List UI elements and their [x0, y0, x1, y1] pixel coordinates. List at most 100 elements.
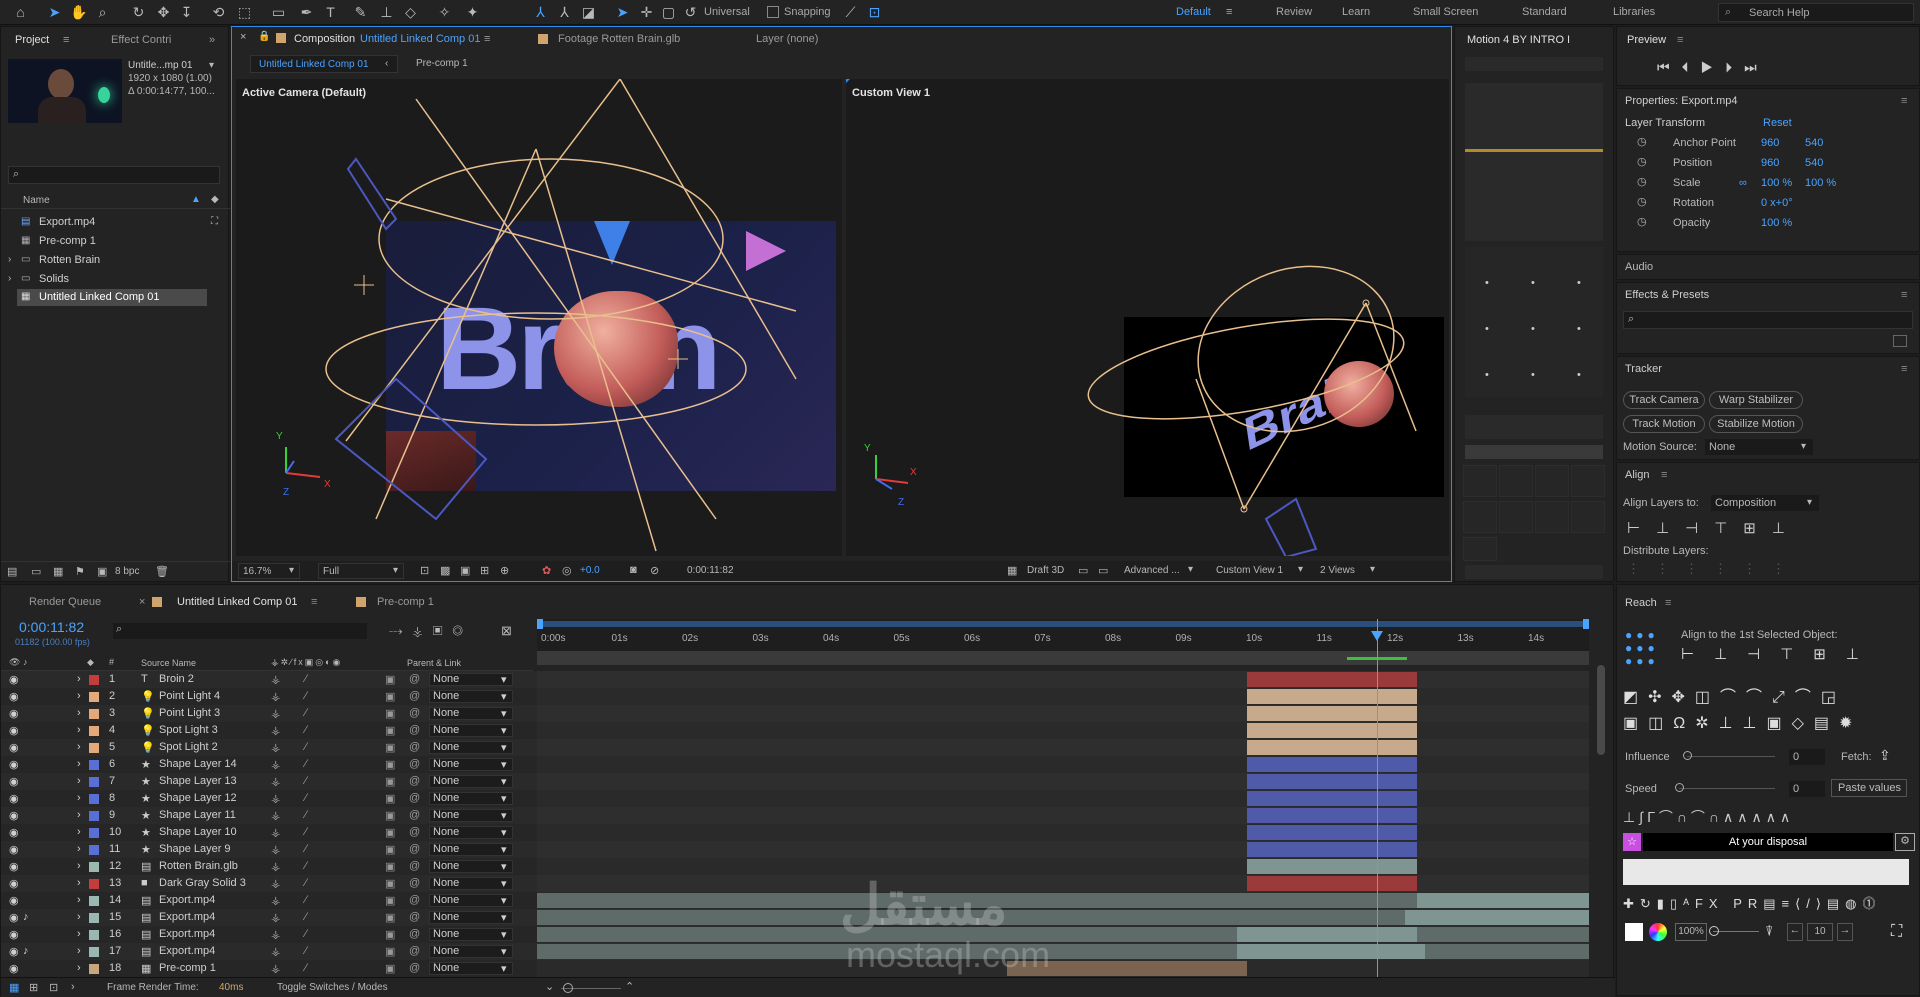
layer-name[interactable]: Shape Layer 13	[159, 775, 237, 787]
visibility-eye-icon[interactable]: ◉	[9, 707, 19, 720]
pick-whip-icon[interactable]: @	[409, 792, 420, 804]
zoom-slider[interactable]	[1713, 931, 1759, 932]
distribute-button[interactable]	[1463, 501, 1497, 533]
comp-close-icon[interactable]: ×	[240, 31, 246, 43]
layer-row[interactable]: ◉ › 9 ★ Shape Layer 11 ⚶ ∕ ▣ @ None ▾	[1, 807, 541, 824]
zoom-dropdown[interactable]: 16.7% ▾	[238, 563, 300, 579]
workspace-libraries[interactable]: Libraries	[1613, 6, 1655, 18]
3d-layer-icon[interactable]: ▣	[385, 707, 395, 720]
new-comp-icon[interactable]: ▦	[53, 565, 63, 578]
3d-layer-icon[interactable]: ▣	[385, 775, 395, 788]
stopwatch-icon[interactable]: ◷	[1637, 175, 1647, 188]
breadcrumb-item[interactable]: Pre-comp 1	[416, 58, 468, 69]
viewer-active-camera[interactable]: Active Camera (Default) Brain	[236, 79, 842, 556]
layer-duration-bar[interactable]	[537, 944, 1589, 959]
views-layout-dropdown[interactable]: 2 Views ▾	[1316, 563, 1382, 579]
reset-link[interactable]: Reset	[1763, 117, 1792, 129]
effects-search-input[interactable]: ⌕	[1623, 311, 1913, 329]
visibility-eye-icon[interactable]: ◉	[9, 758, 19, 771]
expand-arrow-icon[interactable]: ›	[77, 826, 81, 838]
layer-track[interactable]	[537, 858, 1589, 875]
dolly-tool-icon[interactable]: ↧	[178, 4, 195, 21]
layer-track[interactable]	[537, 807, 1589, 824]
fast-previews-icon[interactable]: ⊡	[420, 564, 429, 577]
shy-switch-icon[interactable]: ⚶	[271, 809, 280, 822]
layer-track[interactable]	[537, 705, 1589, 722]
gizmo-scale-icon[interactable]: ▢	[660, 4, 677, 21]
work-area-start[interactable]	[537, 619, 543, 629]
timeline-search-input[interactable]: ⌕	[113, 623, 367, 639]
shy-switch-icon[interactable]: ⚶	[271, 894, 280, 907]
motion4-anchor-grid[interactable]: • • • • • • • • •	[1465, 247, 1603, 397]
anchor-dot[interactable]: •	[1577, 369, 1581, 381]
visibility-eye-icon[interactable]: ◉	[9, 724, 19, 737]
expand-icon[interactable]: ›	[71, 981, 75, 993]
label-color-swatch[interactable]	[89, 964, 99, 974]
layer-name[interactable]: Rotten Brain.glb	[159, 860, 238, 872]
layer-row[interactable]: ◉ › 12 ▤ Rotten Brain.glb ⚶ ∕ ▣ @ None ▾	[1, 858, 541, 875]
layer-track[interactable]	[537, 875, 1589, 892]
label-color-swatch[interactable]	[89, 794, 99, 804]
prop-value[interactable]: 100 %	[1805, 177, 1836, 189]
layer-row[interactable]: ◉ › 7 ★ Shape Layer 13 ⚶ ∕ ▣ @ None ▾	[1, 773, 541, 790]
playhead-marker[interactable]	[1371, 631, 1383, 641]
shy-switch-icon[interactable]: ⚶	[271, 792, 280, 805]
axis-world-icon[interactable]: ⅄	[556, 4, 573, 21]
snap-magnet-icon[interactable]: ⟋	[842, 4, 859, 21]
gizmo-select-icon[interactable]: ➤	[614, 4, 631, 21]
quality-switch-icon[interactable]: ∕	[305, 775, 307, 787]
layer-row[interactable]: ◉ ♪ › 17 ▤ Export.mp4 ⚶ ∕ ▣ @ None ▾	[1, 943, 541, 960]
label-color-swatch[interactable]	[89, 709, 99, 719]
tracker-title[interactable]: Tracker	[1625, 363, 1662, 375]
expand-arrow-icon[interactable]: ›	[77, 877, 81, 889]
fullscreen-icon[interactable]: ⛶	[1891, 923, 1902, 941]
shy-switch-icon[interactable]: ⚶	[271, 741, 280, 754]
work-area-bar[interactable]	[539, 621, 1587, 627]
label-color-swatch[interactable]	[89, 811, 99, 821]
layer-track[interactable]	[537, 841, 1589, 858]
audio-icon[interactable]: ♪	[23, 945, 29, 957]
grid-options-icon[interactable]: ⊕	[500, 564, 509, 577]
column-name[interactable]: Name	[23, 195, 50, 206]
pick-whip-icon[interactable]: @	[409, 928, 420, 940]
visibility-eye-icon[interactable]: ◉	[9, 809, 19, 822]
layer-name[interactable]: Shape Layer 10	[159, 826, 237, 838]
visibility-eye-icon[interactable]: ◉	[9, 928, 19, 941]
pick-whip-icon[interactable]: @	[409, 809, 420, 821]
layer-row[interactable]: ◉ › 13 ■ Dark Gray Solid 3 ⚶ ∕ ▣ @ None ▾	[1, 875, 541, 892]
timeline-timecode[interactable]: 0:00:11:82	[19, 619, 84, 635]
render-toggle-icon[interactable]: ▦	[9, 981, 19, 994]
panel-menu-icon[interactable]: ≡	[1901, 363, 1907, 375]
project-item[interactable]: ▤ Export.mp4 ⛶	[1, 213, 230, 232]
quality-switch-icon[interactable]: ∕	[305, 792, 307, 804]
orbit-tool-icon[interactable]: ↻	[130, 4, 147, 21]
pick-whip-icon[interactable]: @	[409, 673, 420, 685]
rotate-tool-icon[interactable]: ⟲	[210, 4, 227, 21]
align-to-dropdown[interactable]: Composition ▾	[1711, 495, 1819, 511]
tab-untitled-linked-comp[interactable]: Untitled Linked Comp 01	[177, 593, 297, 611]
shy-switch-icon[interactable]: ⚶	[271, 962, 280, 975]
new-folder-icon[interactable]: ▭	[31, 565, 41, 578]
layer-duration-bar[interactable]	[1247, 689, 1417, 704]
quality-switch-icon[interactable]: ∕	[305, 843, 307, 855]
layer-row[interactable]: ◉ › 1 T Broin 2 ⚶ ∕ ▣ @ None ▾	[1, 671, 541, 688]
sort-arrow-icon[interactable]: ▲	[191, 194, 201, 205]
view-dropdown[interactable]: Custom View 1 ▾	[1212, 563, 1310, 579]
comp-menu-icon[interactable]: ≡	[484, 30, 490, 48]
layer-track[interactable]	[537, 671, 1589, 688]
graph-editor-icon[interactable]: ⊠	[501, 623, 512, 639]
brush-tool-icon[interactable]: ✎	[352, 4, 369, 21]
puppet-pin-icon[interactable]: ✦	[464, 4, 481, 21]
visibility-eye-icon[interactable]: ◉	[9, 792, 19, 805]
layer-name[interactable]: Point Light 3	[159, 707, 220, 719]
search-help-box[interactable]: ⌕ Search Help	[1718, 3, 1914, 22]
layer-row[interactable]: ◉ ♪ › 15 ▤ Export.mp4 ⚶ ∕ ▣ @ None ▾	[1, 909, 541, 926]
3d-layer-icon[interactable]: ▣	[385, 809, 395, 822]
shy-switch-icon[interactable]: ⚶	[271, 945, 280, 958]
breadcrumb[interactable]: Untitled Linked Comp 01 ‹	[250, 55, 398, 73]
bpc-label[interactable]: 8 bpc	[115, 566, 139, 577]
influence-input[interactable]: 0	[1789, 749, 1825, 765]
pick-whip-icon[interactable]: @	[409, 758, 420, 770]
motion4-title[interactable]: Motion 4 BY INTRO I	[1467, 31, 1570, 49]
label-tag-icon[interactable]: ◆	[211, 194, 219, 205]
